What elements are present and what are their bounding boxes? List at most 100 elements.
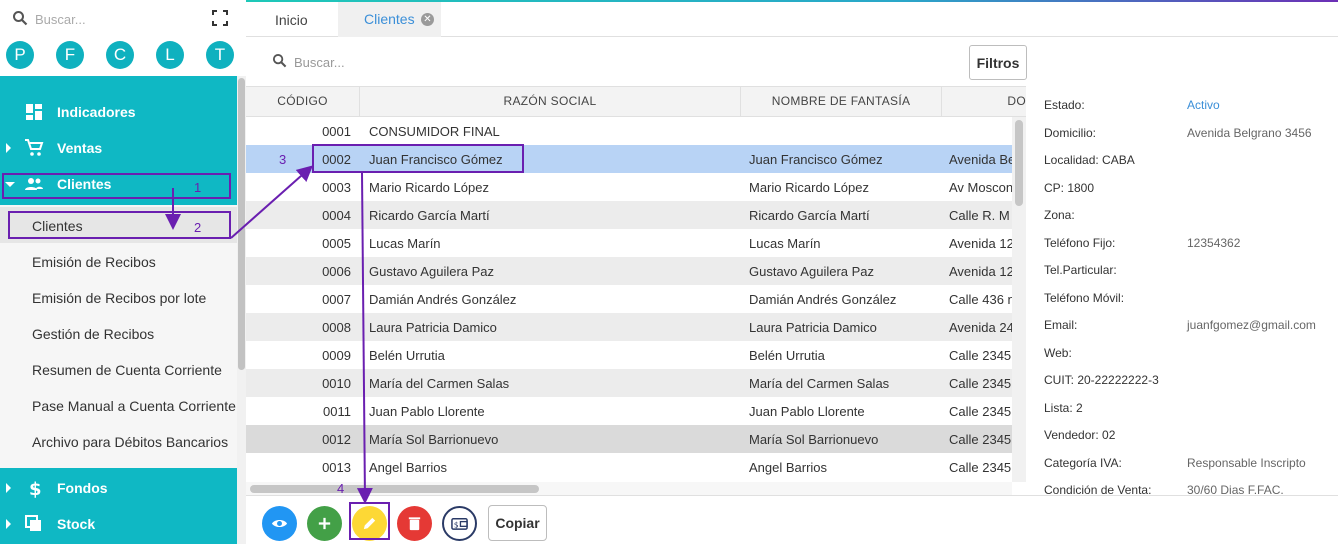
detail-row: Vendedor: 02: [1026, 424, 1338, 444]
annotation-label-2: 2: [194, 220, 202, 235]
table-row[interactable]: 0005 Lucas Marín Lucas Marín Avenida 123: [246, 229, 1012, 257]
grid-horizontal-scrollbar[interactable]: [246, 482, 1012, 495]
table-row[interactable]: 0010 María del Carmen Salas María del Carm…: [246, 369, 1012, 397]
detail-row: Email: juanfgomez@gmail.com: [1026, 314, 1338, 334]
cell-domicilio: Calle 436 n: [949, 292, 1012, 307]
close-icon[interactable]: ✕: [421, 13, 434, 26]
detail-label: CP: 1800: [1044, 180, 1095, 195]
cell-razon-social: Lucas Marín: [369, 236, 441, 251]
table-row[interactable]: 0013 Angel Barrios Angel Barrios Calle 2345…: [246, 453, 1012, 481]
menu-item-label: Fondos: [57, 480, 108, 496]
menu-item-fondos[interactable]: $ Fondos: [0, 470, 237, 506]
avatar-p[interactable]: P: [6, 41, 34, 69]
menu-item-indicadores[interactable]: Indicadores: [0, 94, 237, 130]
menu-item-ventas[interactable]: Ventas: [0, 130, 237, 166]
grid-toolbar: Buscar... Filtros: [246, 37, 1338, 86]
cell-nombre-fantasia: Angel Barrios: [749, 460, 828, 475]
grid-hscroll-thumb[interactable]: [250, 485, 539, 493]
cell-razon-social: Damián Andrés González: [369, 292, 517, 307]
col-header-nombre-fantasia[interactable]: NOMBRE DE FANTASÍA: [741, 87, 942, 116]
avatar-t[interactable]: T: [206, 41, 234, 69]
table-row[interactable]: 0008 Laura Patricia Damico Laura Patricia …: [246, 313, 1012, 341]
cell-domicilio: Avenida 244: [949, 320, 1012, 335]
menu-item-stock[interactable]: Stock: [0, 506, 237, 542]
detail-row: Domicilio: Avenida Belgrano 3456: [1026, 122, 1338, 142]
annotation-label-1: 1: [194, 180, 202, 195]
cell-razon-social: Belén Urrutia: [369, 348, 445, 363]
avatar-f[interactable]: F: [56, 41, 84, 69]
cell-codigo: 0004: [322, 208, 351, 223]
delete-button[interactable]: [397, 506, 432, 541]
cell-razon-social: María Sol Barrionuevo: [369, 432, 499, 447]
caret-right-icon: [6, 519, 11, 529]
table-row[interactable]: 0003 Mario Ricardo López Mario Ricardo Lóp…: [246, 173, 1012, 201]
table-row[interactable]: 0012 María Sol Barrionuevo María Sol Barri…: [246, 425, 1012, 453]
submenu-debitos-bancarios[interactable]: Archivo para Débitos Bancarios: [0, 423, 237, 459]
sidebar-scroll-thumb[interactable]: [238, 78, 245, 370]
submenu-emision-recibos[interactable]: Emisión de Recibos: [0, 243, 237, 279]
detail-value: juanfgomez@gmail.com: [1187, 318, 1316, 332]
sidebar: Buscar... P F C L T Indicadores Ventas C…: [0, 0, 246, 544]
detail-label: Teléfono Móvil:: [1044, 290, 1125, 305]
table-row[interactable]: 0001 CONSUMIDOR FINAL: [246, 117, 1012, 145]
cell-codigo: 0008: [322, 320, 351, 335]
sidebar-search[interactable]: Buscar...: [0, 0, 246, 38]
detail-row: Tel.Particular:: [1026, 259, 1338, 279]
detail-label: Vendedor: 02: [1044, 428, 1116, 442]
detail-row: Localidad: CABA: [1026, 149, 1338, 169]
menu-item-label: Stock: [57, 516, 96, 532]
grid-vertical-scrollbar[interactable]: [1012, 117, 1026, 482]
cell-nombre-fantasia: Mario Ricardo López: [749, 180, 869, 195]
detail-label: Estado:: [1044, 98, 1085, 112]
cell-codigo: 0009: [322, 348, 351, 363]
sidebar-search-input[interactable]: Buscar...: [35, 12, 86, 27]
account-button[interactable]: $: [442, 506, 477, 541]
detail-label: Email:: [1044, 318, 1078, 332]
view-button[interactable]: [262, 506, 297, 541]
cell-razon-social: Laura Patricia Damico: [369, 320, 497, 335]
fullscreen-icon[interactable]: [212, 10, 228, 26]
eye-icon: [271, 519, 288, 528]
col-header-codigo[interactable]: CÓDIGO: [246, 87, 360, 116]
detail-row: Categoría IVA: Responsable Inscripto: [1026, 452, 1338, 472]
cell-codigo: 0006: [322, 264, 351, 279]
filters-button[interactable]: Filtros: [969, 45, 1027, 80]
tab-inicio[interactable]: Inicio: [246, 2, 338, 37]
avatar-l[interactable]: L: [156, 41, 184, 69]
svg-text:$: $: [454, 520, 459, 529]
copy-button[interactable]: Copiar: [488, 505, 547, 541]
detail-row: Lista: 2: [1026, 397, 1338, 417]
submenu-pase-manual[interactable]: Pase Manual a Cuenta Corriente: [0, 387, 237, 423]
submenu-label: Resumen de Cuenta Corriente: [32, 362, 222, 378]
submenu-emision-recibos-lote[interactable]: Emisión de Recibos por lote: [0, 279, 237, 315]
cell-domicilio: Avenida 123: [949, 264, 1012, 279]
dollar-icon: $: [29, 479, 42, 498]
cell-nombre-fantasia: Belén Urrutia: [749, 348, 825, 363]
submenu-gestion-recibos[interactable]: Gestión de Recibos: [0, 315, 237, 351]
table-row[interactable]: 0004 Ricardo García Martí Ricardo García M…: [246, 201, 1012, 229]
table-row[interactable]: 0006 Gustavo Aguilera Paz Gustavo Aguilera…: [246, 257, 1012, 285]
detail-label: Teléfono Fijo:: [1044, 235, 1116, 250]
cell-codigo: 0011: [323, 404, 351, 419]
table-row[interactable]: 0007 Damián Andrés González Damián Andrés …: [246, 285, 1012, 313]
table-row[interactable]: 0009 Belén Urrutia Belén Urrutia Calle 2345…: [246, 341, 1012, 369]
submenu-resumen-cuenta[interactable]: Resumen de Cuenta Corriente: [0, 351, 237, 387]
client-detail-panel: Estado: Activo Domicilio: Avenida Belgrano …: [1026, 86, 1338, 497]
table-row[interactable]: 0011 Juan Pablo Llorente Juan Pablo Lloren…: [246, 397, 1012, 425]
stock-icon: [25, 515, 41, 531]
tab-clientes[interactable]: Clientes ✕: [338, 2, 441, 37]
cell-razon-social: Juan Pablo Llorente: [369, 404, 485, 419]
col-header-razon-social[interactable]: RAZÓN SOCIAL: [360, 87, 741, 116]
submenu-label: Gestión de Recibos: [32, 326, 155, 342]
grid-vscroll-thumb[interactable]: [1015, 120, 1023, 206]
favorites-bar: P F C L T: [0, 41, 246, 71]
cell-razon-social: Gustavo Aguilera Paz: [369, 264, 495, 279]
cell-nombre-fantasia: María Sol Barrionuevo: [749, 432, 879, 447]
avatar-c[interactable]: C: [106, 41, 134, 69]
grid-search-input[interactable]: Buscar...: [294, 55, 345, 70]
cell-nombre-fantasia: Juan Francisco Gómez: [749, 152, 883, 167]
add-button[interactable]: [307, 506, 342, 541]
col-header-domicilio[interactable]: DO: [942, 87, 1026, 116]
sidebar-scrollbar[interactable]: [237, 76, 246, 544]
detail-value: 12354362: [1187, 235, 1241, 250]
